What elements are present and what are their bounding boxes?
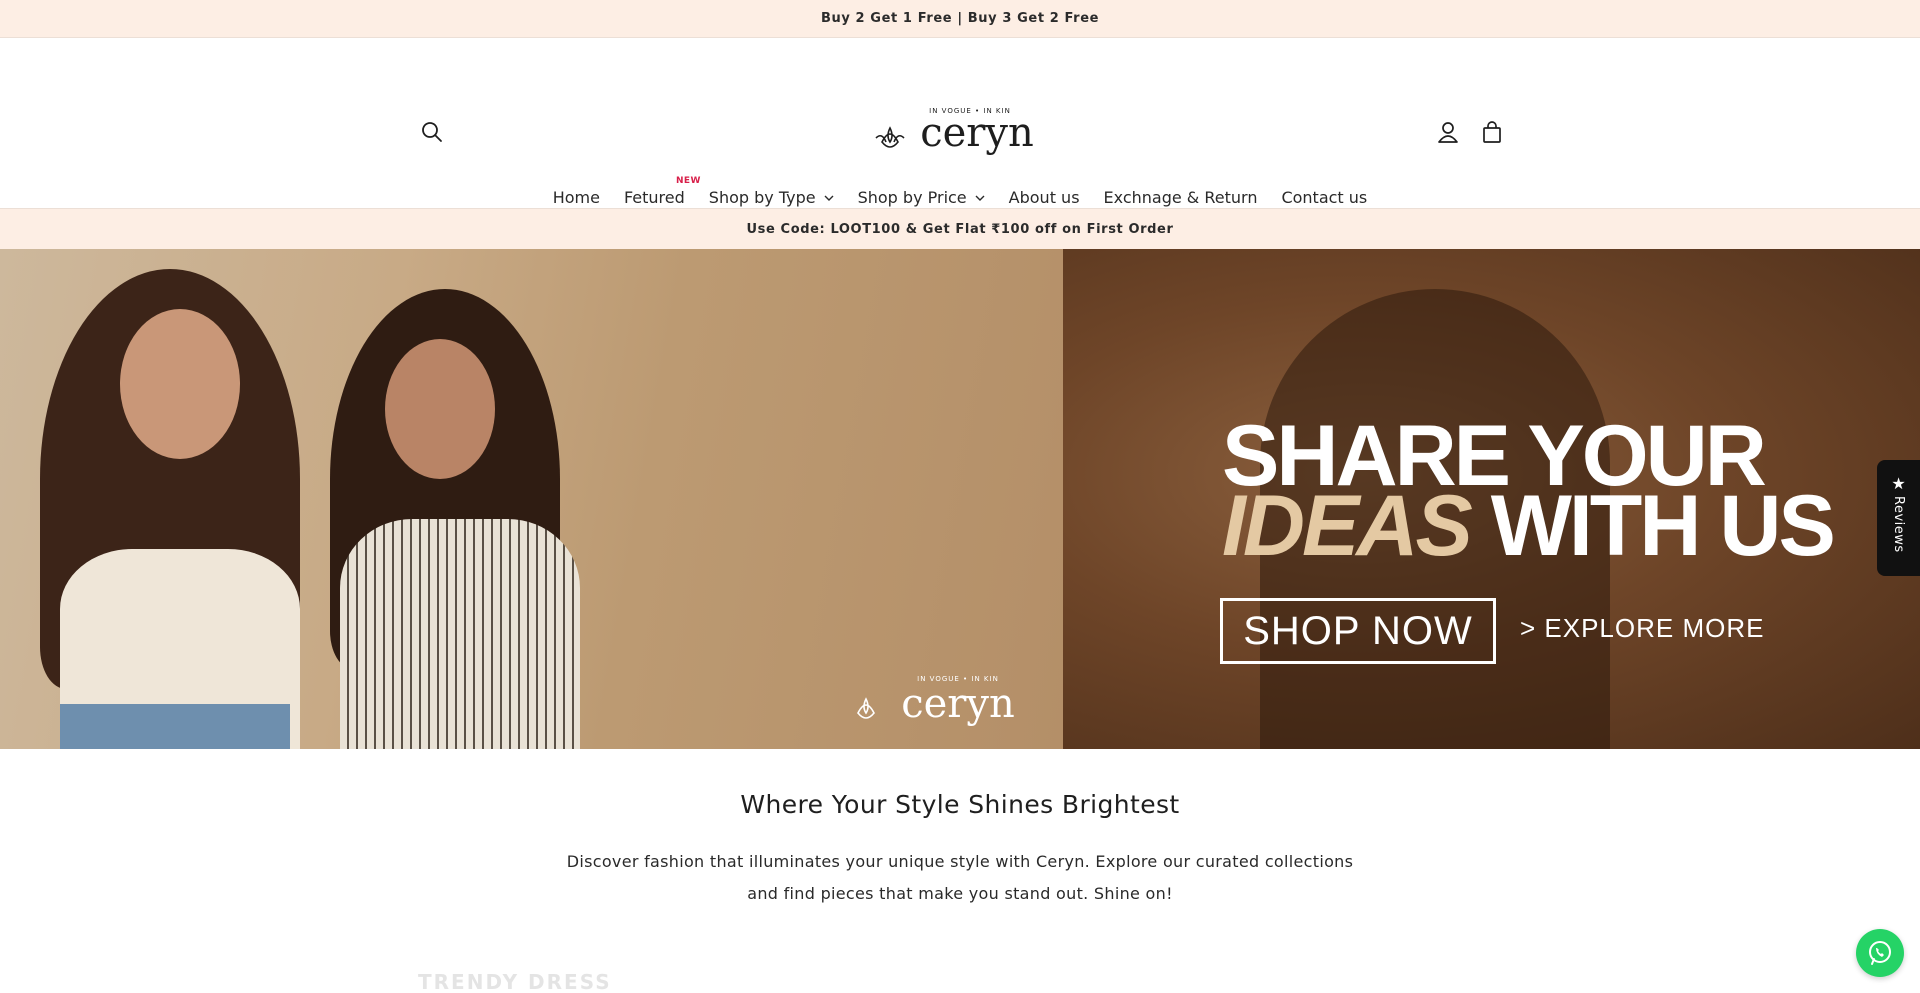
next-section-title: TRENDY DRESS [418, 970, 612, 993]
explore-more-link[interactable]: > EXPLORE MORE [1520, 613, 1764, 644]
announcement-text: Buy 2 Get 1 Free | Buy 3 Get 2 Free [820, 11, 1100, 26]
svg-text:ceryn: ceryn [920, 110, 1034, 156]
user-icon [1438, 122, 1458, 143]
nav-home[interactable]: Home [541, 188, 612, 207]
nav-shop-by-type[interactable]: Shop by Type [697, 188, 846, 207]
cart-button[interactable] [1478, 118, 1506, 146]
hero-brand-logo: IN VOGUE • IN KIN ceryn [857, 675, 1015, 727]
star-icon: ★ [1891, 474, 1906, 493]
promo-text: Use Code: LOOT100 & Get Flat ₹100 off on… [746, 221, 1174, 237]
intro-title: Where Your Style Shines Brightest [740, 790, 1180, 819]
shop-now-button[interactable]: SHOP NOW [1220, 598, 1496, 664]
whatsapp-button[interactable] [1856, 929, 1904, 977]
nav-contact[interactable]: Contact us [1269, 188, 1379, 207]
chevron-down-icon [975, 195, 985, 201]
main-nav: Home Fetured NEW Shop by Type Shop by Pr… [0, 176, 1920, 207]
chevron-down-icon [824, 195, 834, 201]
hero-headline: SHARE YOUR IDEAS WITH US [1222, 408, 1836, 574]
site-header: IN VOGUE • IN KIN ceryn Home Fetured NEW… [0, 38, 1920, 208]
announcement-bar: Buy 2 Get 1 Free | Buy 3 Get 2 Free [0, 0, 1920, 38]
intro-text: Discover fashion that illuminates your u… [566, 852, 1354, 903]
reviews-tab[interactable]: ★ Reviews [1877, 460, 1920, 576]
search-button[interactable] [418, 118, 446, 146]
nav-shop-by-price[interactable]: Shop by Price [846, 188, 997, 207]
nav-exchange-return[interactable]: Exchnage & Return [1092, 188, 1270, 207]
svg-text:ceryn: ceryn [901, 681, 1015, 727]
hero-banner[interactable]: IN VOGUE • IN KIN ceryn SHARE YOUR IDEAS… [0, 249, 1920, 749]
whatsapp-icon [1869, 941, 1891, 965]
search-icon [422, 122, 442, 142]
nav-featured[interactable]: Fetured NEW [612, 176, 700, 207]
promo-bar: Use Code: LOOT100 & Get Flat ₹100 off on… [0, 208, 1920, 249]
account-button[interactable] [1434, 118, 1462, 146]
cart-icon [1483, 121, 1501, 143]
site-logo[interactable]: IN VOGUE • IN KIN ceryn [872, 102, 1048, 166]
nav-about[interactable]: About us [997, 188, 1092, 207]
new-badge: NEW [675, 176, 701, 186]
